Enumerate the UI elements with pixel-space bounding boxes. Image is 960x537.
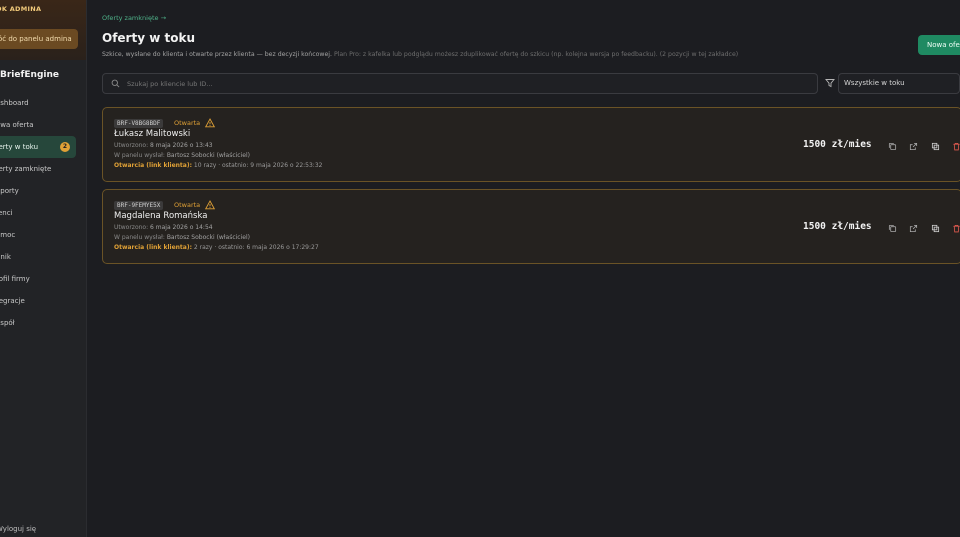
page-title: Oferty w toku [102,31,195,45]
sidebar-item-new-offer[interactable]: owa oferta [0,114,76,136]
external-link-icon[interactable] [909,142,918,151]
external-link-icon[interactable] [909,224,918,233]
created-date: Utworzono: 6 maja 2026 o 14:54 [114,224,213,231]
created-date: Utworzono: 8 maja 2026 o 13:43 [114,142,213,149]
sent-value: Bartosz Sobocki (właściciel) [166,234,250,241]
opens-label: Otwarcia (link klienta): [114,162,192,169]
back-to-admin-button[interactable]: óć do panelu admina [0,29,78,49]
sidebar-item-offers-in-progress[interactable]: ferty w toku 2 [0,136,76,158]
duplicate-icon[interactable] [931,224,940,233]
offer-card[interactable]: BRF-V8BG8BDF Otwarta Łukasz Malitowski U… [102,107,960,182]
sidebar-item-pricelist[interactable]: nnik [0,246,76,268]
offer-price: 1500 zł/mies [803,139,872,150]
opens-value: 10 razy · ostatnio: 9 maja 2026 o 22:53:… [193,162,323,169]
created-label: Utworzono: [114,142,149,149]
sent-by: W panelu wysłał: Bartosz Sobocki (właści… [114,152,250,159]
page-subtitle: Szkice, wysłane do klienta i otwarte prz… [102,51,738,58]
new-offer-button[interactable]: Nowa oferta [918,35,960,55]
search-icon [111,79,120,88]
sidebar-item-integrations[interactable]: tegracje [0,290,76,312]
breadcrumb[interactable]: Oferty zamknięte → [102,14,166,22]
client-name: Magdalena Romańska [114,211,208,221]
offer-price: 1500 zł/mies [803,221,872,232]
delete-icon[interactable] [952,142,960,151]
filter-icon [825,79,835,88]
client-name: Łukasz Malitowski [114,129,191,139]
search-box [102,73,818,94]
open-count: Otwarcia (link klienta): 10 razy · ostat… [114,162,322,169]
copy-link-icon[interactable] [888,142,897,151]
sidebar-nav: ashboard owa oferta ferty w toku 2 ferty… [0,92,86,334]
warning-icon [205,118,215,128]
search-input[interactable] [127,76,807,91]
status-filter-select[interactable]: Wszystkie w toku [838,73,960,94]
sidebar-item-company-profile[interactable]: rofil firmy [0,268,76,290]
opens-value: 2 razy · ostatnio: 6 maja 2026 o 17:29:2… [193,244,319,251]
admin-banner: OK ADMINA óć do panelu admina [0,0,86,60]
open-count: Otwarcia (link klienta): 2 razy · ostatn… [114,244,319,251]
subtitle-hint: Plan Pro: z kafelka lub podglądu możesz … [333,51,739,58]
sidebar-item-clients[interactable]: ienci [0,202,76,224]
sent-label: W panelu wysłał: [114,152,165,159]
status-badge: Otwarta [174,201,201,209]
delete-icon[interactable] [952,224,960,233]
sidebar: OK ADMINA óć do panelu admina BriefEngin… [0,0,87,537]
logo: BriefEngine [0,70,59,80]
status-badge: Otwarta [174,119,201,127]
duplicate-icon[interactable] [931,142,940,151]
sidebar-item-team[interactable]: espół [0,312,76,334]
sent-value: Bartosz Sobocki (właściciel) [166,152,250,159]
copy-link-icon[interactable] [888,224,897,233]
sidebar-item-dashboard[interactable]: ashboard [0,92,76,114]
admin-label: OK ADMINA [0,5,42,13]
sent-label: W panelu wysłał: [114,234,165,241]
sidebar-item-label: ferty w toku [0,143,39,151]
opens-label: Otwarcia (link klienta): [114,244,192,251]
sidebar-item-help[interactable]: omoc [0,224,76,246]
subtitle-text: Szkice, wysłane do klienta i otwarte prz… [102,51,332,58]
main-content: Oferty zamknięte → Oferty w toku Szkice,… [86,0,960,537]
logout-link[interactable]: Wyloguj się [0,525,36,533]
count-badge: 2 [60,142,70,152]
offer-id-badge: BRF-9FEMYE5X [114,201,164,210]
created-value: 8 maja 2026 o 13:43 [150,142,213,149]
warning-icon [205,200,215,210]
sidebar-item-reports[interactable]: aporty [0,180,76,202]
created-value: 6 maja 2026 o 14:54 [150,224,213,231]
created-label: Utworzono: [114,224,149,231]
offer-card[interactable]: BRF-9FEMYE5X Otwarta Magdalena Romańska … [102,189,960,264]
sidebar-item-closed-offers[interactable]: ferty zamknięte [0,158,76,180]
sent-by: W panelu wysłał: Bartosz Sobocki (właści… [114,234,250,241]
offer-id-badge: BRF-V8BG8BDF [114,119,164,128]
